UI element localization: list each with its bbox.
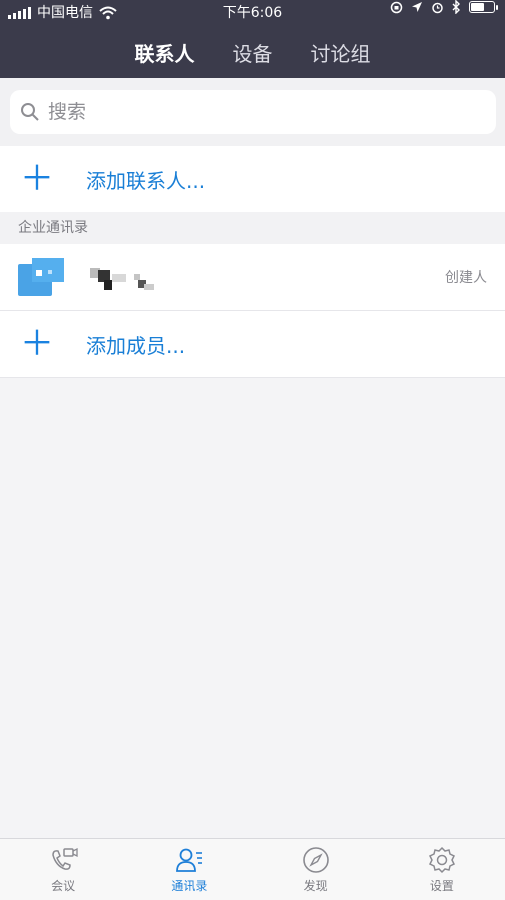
status-bar: 中国电信 下午6:06 [0,0,505,26]
top-nav: 联系人 设备 讨论组 [0,26,505,78]
tab-meeting[interactable]: 会议 [0,839,126,900]
tab-devices[interactable]: 设备 [233,38,273,67]
search-icon [21,103,39,121]
search-box[interactable] [10,90,496,134]
tab-groups[interactable]: 讨论组 [311,38,371,67]
tab-discover[interactable]: 发现 [253,839,379,900]
meeting-camera-icon [52,847,78,870]
tab-meeting-label: 会议 [51,879,76,893]
contacts-icon [176,848,203,872]
tab-settings[interactable]: 设置 [379,839,505,900]
tab-settings-label: 设置 [429,879,454,893]
search-input[interactable] [46,100,470,124]
plus-icon: ＋ [20,324,54,364]
bluetooth-icon [452,0,460,14]
tab-contacts-bottom[interactable]: 通讯录 [126,839,252,900]
role-label: 创建人 [445,270,487,286]
divider [0,377,505,378]
add-contact-label: 添加联系人... [86,168,206,193]
tab-contacts-label: 通讯录 [171,879,208,893]
battery-icon [469,1,498,13]
tab-contacts[interactable]: 联系人 [135,38,195,67]
tab-discover-label: 发现 [303,879,328,893]
bottom-tab-bar: 会议 通讯录 发现 设置 [0,838,505,900]
location-icon [412,2,422,12]
avatar [18,258,66,296]
gear-icon [428,846,455,874]
header: 中国电信 下午6:06 联系人 设备 讨论组 [0,0,505,78]
search-bar [0,78,505,146]
compass-icon [302,847,329,873]
add-contact-row[interactable]: ＋ 添加联系人... [0,146,505,212]
plus-icon: ＋ [20,159,54,199]
member-name-redacted [90,262,170,292]
add-member-label: 添加成员... [86,333,186,358]
orientation-lock-icon [390,1,403,13]
section-header: 企业通讯录 [0,212,505,244]
alarm-icon [432,2,443,13]
member-row[interactable]: 创建人 [0,244,505,310]
add-member-row[interactable]: ＋ 添加成员... [0,311,505,377]
